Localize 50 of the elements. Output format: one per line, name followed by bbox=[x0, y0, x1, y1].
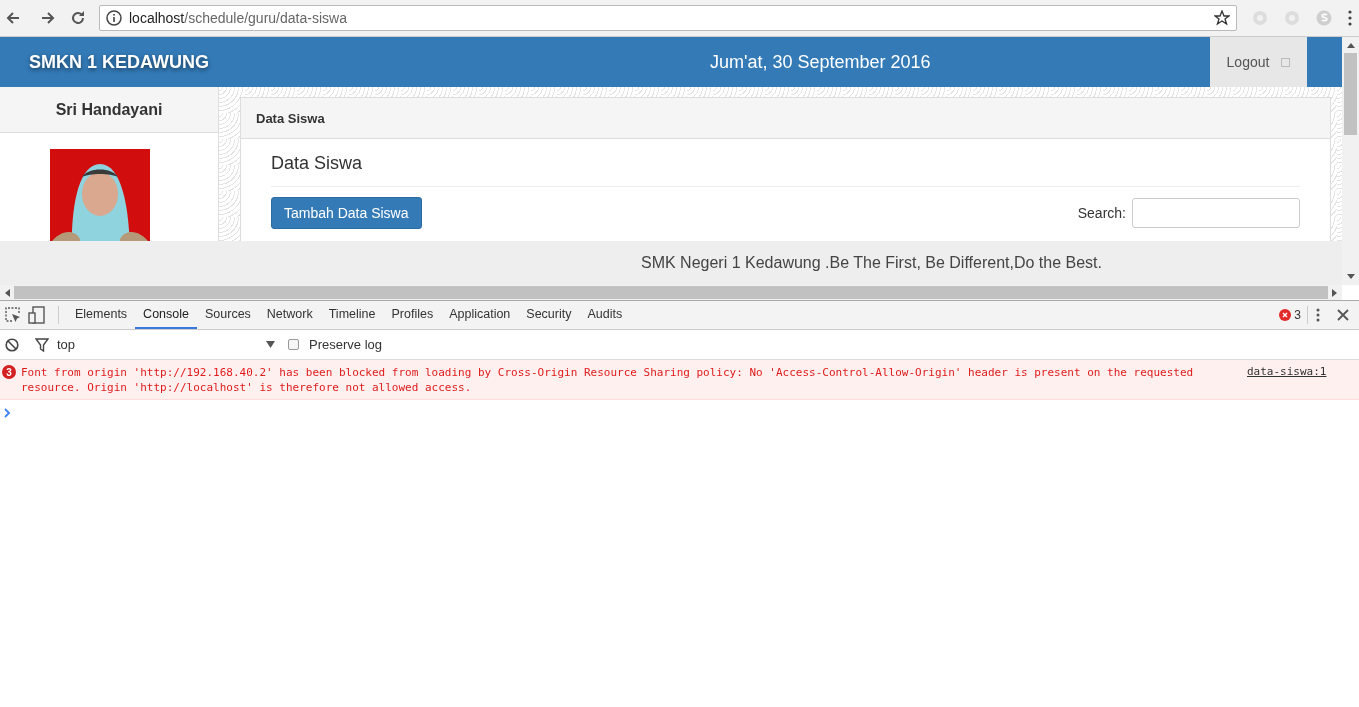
logout-icon bbox=[1281, 57, 1291, 67]
address-bar[interactable]: localhost/schedule/guru/data-siswa bbox=[99, 5, 1237, 31]
back-icon[interactable] bbox=[5, 10, 21, 26]
error-count[interactable]: 3 bbox=[1294, 308, 1301, 322]
devtools-tab[interactable]: Audits bbox=[579, 301, 631, 329]
menu-icon[interactable] bbox=[1347, 10, 1353, 26]
scroll-down-icon[interactable] bbox=[1346, 274, 1355, 280]
close-icon[interactable] bbox=[1337, 309, 1349, 321]
star-icon[interactable] bbox=[1214, 10, 1230, 26]
devtools-tab[interactable]: Console bbox=[135, 301, 197, 329]
context-dropdown[interactable]: top bbox=[57, 337, 275, 352]
error-icon[interactable] bbox=[1279, 309, 1292, 321]
dropdown-caret-icon[interactable] bbox=[266, 341, 275, 348]
add-button[interactable]: Tambah Data Siswa bbox=[271, 197, 422, 229]
repeat-count-badge: 3 bbox=[2, 365, 16, 379]
user-name: Sri Handayani bbox=[0, 87, 218, 133]
preserve-log-checkbox[interactable] bbox=[288, 339, 299, 350]
logout-button[interactable]: Logout bbox=[1210, 37, 1307, 87]
horizontal-scrollbar[interactable] bbox=[0, 285, 1342, 300]
devtools-tab[interactable]: Timeline bbox=[320, 301, 384, 329]
source-link[interactable]: data-siswa:1 bbox=[1247, 365, 1327, 378]
scroll-right-icon[interactable] bbox=[1332, 288, 1338, 297]
vertical-scrollbar[interactable] bbox=[1342, 37, 1359, 285]
filter-icon[interactable] bbox=[35, 337, 49, 352]
reload-icon[interactable] bbox=[70, 10, 86, 26]
brand-title[interactable]: SMKN 1 KEDAWUNG bbox=[29, 51, 209, 73]
devtools-tab[interactable]: Sources bbox=[197, 301, 259, 329]
info-icon[interactable] bbox=[106, 10, 122, 26]
devtools-tab[interactable]: Application bbox=[441, 301, 519, 329]
devtools-tab[interactable]: Network bbox=[258, 301, 321, 329]
panel-heading: Data Siswa bbox=[241, 98, 1330, 139]
devtools-tab[interactable]: Profiles bbox=[383, 301, 442, 329]
prompt-icon[interactable] bbox=[4, 408, 11, 418]
device-icon[interactable] bbox=[28, 306, 46, 324]
url-text: localhost/schedule/guru/data-siswa bbox=[129, 10, 348, 26]
clear-icon[interactable] bbox=[5, 337, 19, 352]
inspect-icon[interactable] bbox=[4, 306, 22, 324]
error-text: Font from origin 'http://192.168.40.2' has been blocked from loading by Cross-Origin Resource Sharing policy: No 'Access-Control-Allow-Origin' header is present on the requested resource. Origin 'http://localhost' is therefore not allowed access. bbox=[21, 365, 1195, 395]
footer-text: SMK Negeri 1 Kedawung .Be The First, Be Different,Do the Best. bbox=[641, 254, 1102, 272]
preserve-log-label: Preserve log bbox=[309, 337, 382, 352]
forward-icon[interactable] bbox=[40, 10, 56, 26]
devtools-tab[interactable]: Elements bbox=[67, 301, 136, 329]
date-text: Jum'at, 30 September 2016 bbox=[710, 51, 931, 73]
more-icon[interactable] bbox=[1316, 308, 1320, 322]
scroll-left-icon[interactable] bbox=[4, 288, 10, 297]
search-field[interactable] bbox=[1132, 198, 1300, 228]
devtools-tab[interactable]: Security bbox=[518, 301, 580, 329]
page-title: Data Siswa bbox=[271, 139, 1300, 187]
search-label: Search: bbox=[1077, 205, 1126, 221]
scroll-up-icon[interactable] bbox=[1346, 42, 1355, 48]
